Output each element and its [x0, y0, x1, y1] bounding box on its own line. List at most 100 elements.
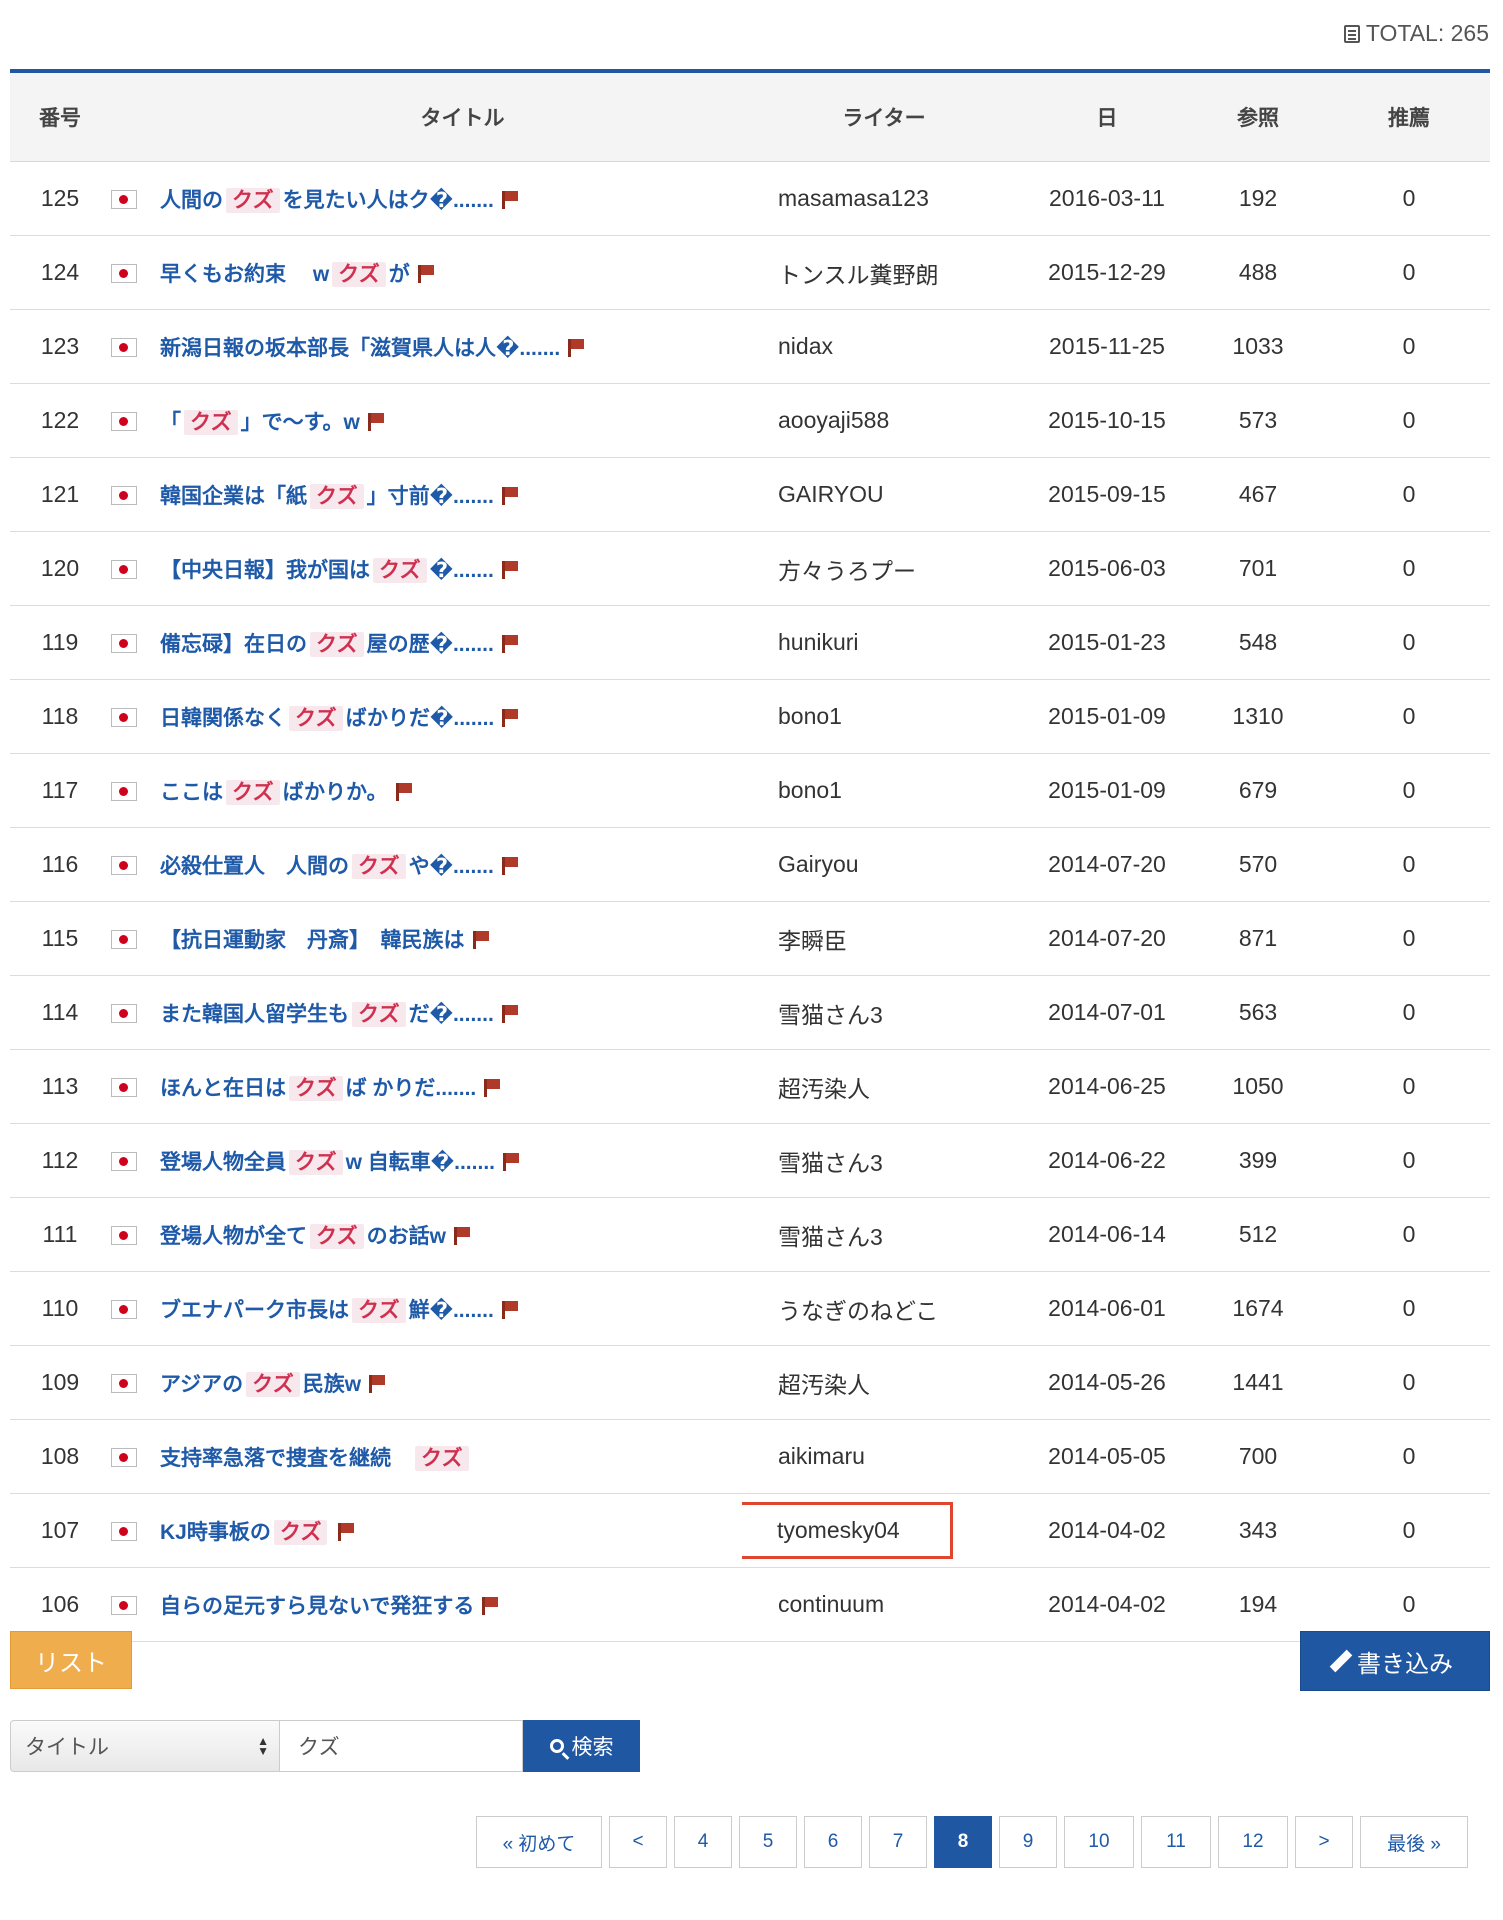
japan-flag-icon	[111, 1152, 137, 1172]
page-link[interactable]: <	[609, 1816, 667, 1868]
page-link[interactable]: 7	[869, 1816, 927, 1868]
report-flag-icon[interactable]	[472, 931, 489, 950]
report-flag-icon[interactable]	[501, 635, 518, 654]
search-input[interactable]: クズ	[280, 1720, 523, 1772]
post-title-link[interactable]: 人間の クズ を見たい人はク�.......	[160, 187, 494, 213]
page-link[interactable]: 最後 »	[1360, 1816, 1468, 1868]
writer-name[interactable]: aooyaji588	[778, 407, 889, 433]
writer-name[interactable]: bono1	[778, 703, 842, 729]
writer-name[interactable]: うなぎのねどこ	[778, 1298, 938, 1324]
write-button[interactable]: 書き込み	[1300, 1631, 1490, 1691]
list-button[interactable]: リスト	[10, 1631, 132, 1689]
page-link[interactable]: >	[1295, 1816, 1353, 1868]
post-title-link[interactable]: 自らの足元すら見ないで発狂する	[160, 1595, 474, 1618]
report-flag-icon[interactable]	[482, 1597, 499, 1616]
page-link[interactable]: 11	[1141, 1816, 1211, 1868]
writer-name[interactable]: 雪猫さん3	[778, 1224, 883, 1250]
report-flag-icon[interactable]	[338, 1523, 355, 1542]
writer-name[interactable]: 李瞬臣	[778, 928, 847, 954]
post-title-link[interactable]: また韓国人留学生も クズ だ�.......	[160, 1001, 494, 1027]
page-link[interactable]: 4	[674, 1816, 732, 1868]
report-flag-icon[interactable]	[501, 857, 518, 876]
writer-name[interactable]: tyomesky04	[777, 1517, 900, 1543]
writer-name[interactable]: 方々うろプー	[778, 558, 916, 584]
search-button[interactable]: 検索	[523, 1720, 640, 1772]
report-flag-icon[interactable]	[501, 191, 518, 210]
post-title-link[interactable]: KJ時事板の クズ	[160, 1519, 330, 1545]
table-row: 123 新潟日報の坂本部長「滋賀県人は人�....... nidax 2015-11-…	[10, 309, 1490, 384]
post-title-link[interactable]: 早くもお約束 w クズが	[160, 261, 410, 287]
page-link[interactable]: 9	[999, 1816, 1057, 1868]
post-title-link[interactable]: 新潟日報の坂本部長「滋賀県人は人�.......	[160, 337, 560, 360]
writer-name[interactable]: 雪猫さん3	[778, 1002, 883, 1028]
writer-name[interactable]: bono1	[778, 777, 842, 803]
page-link[interactable]: 10	[1064, 1816, 1134, 1868]
post-title-link[interactable]: ブエナパーク市長は クズ 鮮�.......	[160, 1297, 494, 1323]
writer-name[interactable]: トンスル糞野朗	[778, 262, 939, 288]
post-title-link[interactable]: 登場人物が全て クズ のお話w	[160, 1223, 446, 1249]
report-flag-icon[interactable]	[369, 1375, 386, 1394]
view-count: 343	[1188, 1493, 1328, 1568]
post-title-link[interactable]: 日韓関係なく クズ ばかりだ�.......	[160, 705, 494, 731]
post-title-link[interactable]: アジアの クズ 民族w	[160, 1371, 361, 1397]
report-flag-icon[interactable]	[484, 1079, 501, 1098]
page-link[interactable]: « 初めて	[476, 1816, 602, 1868]
recommend-count: 0	[1328, 1271, 1490, 1346]
writer-name[interactable]: nidax	[778, 333, 833, 359]
writer-name[interactable]: aikimaru	[778, 1443, 865, 1469]
writer-name[interactable]: 超汚染人	[778, 1076, 870, 1102]
post-number: 121	[10, 457, 110, 532]
header-views[interactable]: 参照	[1188, 71, 1328, 162]
page-link[interactable]: 6	[804, 1816, 862, 1868]
header-num[interactable]: 番号	[10, 71, 110, 162]
header-writer[interactable]: ライター	[742, 71, 1026, 162]
post-title-link[interactable]: 韓国企業は「紙 クズ 」寸前�.......	[160, 483, 494, 509]
writer-name[interactable]: masamasa123	[778, 185, 929, 211]
post-title-link[interactable]: ここは クズ ばかりか。	[160, 779, 388, 805]
report-flag-icon[interactable]	[417, 265, 434, 284]
report-flag-icon[interactable]	[367, 413, 384, 432]
report-flag-icon[interactable]	[501, 487, 518, 506]
header-date[interactable]: 日	[1026, 71, 1188, 162]
post-date: 2014-07-01	[1026, 975, 1188, 1050]
writer-name[interactable]: continuum	[778, 1591, 884, 1617]
title-text: 【中央日報】我が国は	[160, 558, 370, 582]
report-flag-icon[interactable]	[502, 1153, 519, 1172]
writer-name[interactable]: 超汚染人	[778, 1372, 870, 1398]
writer-name[interactable]: Gairyou	[778, 851, 859, 877]
header-recommend[interactable]: 推薦	[1328, 71, 1490, 162]
report-flag-icon[interactable]	[501, 561, 518, 580]
report-flag-icon[interactable]	[395, 783, 412, 802]
post-number: 109	[10, 1345, 110, 1420]
post-title-link[interactable]: 登場人物全員 クズ w 自転車�.......	[160, 1149, 495, 1175]
table-row: 124 早くもお約束 w クズが トンスル糞野朗 2015-12-29 488 0	[10, 235, 1490, 310]
view-count: 563	[1188, 975, 1328, 1050]
post-title-link[interactable]: ほんと在日は クズば かりだ.......	[160, 1075, 476, 1101]
post-title-link[interactable]: 【中央日報】我が国は クズ �.......	[160, 557, 494, 583]
report-flag-icon[interactable]	[568, 339, 585, 358]
japan-flag-icon	[111, 1004, 137, 1024]
report-flag-icon[interactable]	[502, 709, 519, 728]
post-title-link[interactable]: 備忘碌】在日の クズ 屋の歴�.......	[160, 631, 494, 657]
header-title[interactable]: タイトル	[154, 71, 742, 162]
page-link[interactable]: 8	[934, 1816, 992, 1868]
report-flag-icon[interactable]	[501, 1301, 518, 1320]
post-title-link[interactable]: 「クズ 」で〜す。w	[160, 409, 360, 435]
report-flag-icon[interactable]	[453, 1227, 470, 1246]
search-field-select[interactable]: タイトル ▲ ▼	[10, 1720, 280, 1772]
writer-name[interactable]: 雪猫さん3	[778, 1150, 883, 1176]
page-link[interactable]: 5	[739, 1816, 797, 1868]
writer-name[interactable]: hunikuri	[778, 629, 859, 655]
japan-flag-icon	[111, 1596, 137, 1616]
table-row: 115 【抗日運動家 丹斎】 韓民族は 李瞬臣 2014-07-20 871 0	[10, 901, 1490, 976]
japan-flag-icon	[111, 412, 137, 432]
writer-name[interactable]: GAIRYOU	[778, 481, 884, 507]
post-title-link[interactable]: 必殺仕置人 人間の クズ や�.......	[160, 853, 494, 879]
page-link[interactable]: 12	[1218, 1816, 1288, 1868]
post-number: 111	[10, 1197, 110, 1272]
post-title-link[interactable]: 支持率急落で捜査を継続 クズ	[160, 1445, 472, 1471]
keyword-highlight: クズ	[184, 409, 238, 435]
post-title-link[interactable]: 【抗日運動家 丹斎】 韓民族は	[160, 929, 465, 952]
japan-flag-icon	[111, 560, 137, 580]
report-flag-icon[interactable]	[501, 1005, 518, 1024]
